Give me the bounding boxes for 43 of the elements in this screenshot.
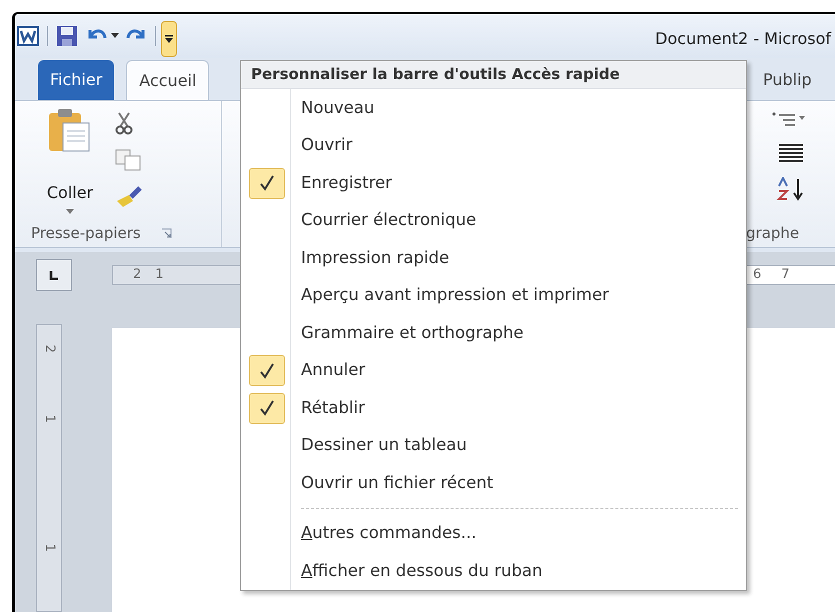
menu-item[interactable]: Nouveau (241, 90, 746, 127)
group-label: Presse-papiers (31, 222, 141, 244)
paste-label[interactable]: Coller (46, 181, 94, 205)
menu-item[interactable]: Courrier électronique (241, 202, 746, 240)
sort-icon[interactable] (776, 177, 806, 201)
customize-toolbar-button[interactable] (161, 21, 177, 57)
menu-item[interactable]: Ouvrir (241, 127, 746, 164)
left-tab-icon (49, 270, 59, 280)
menu-item[interactable]: Enregistrer (241, 164, 746, 202)
justify-icon[interactable] (778, 143, 804, 163)
menu-header: Personnaliser la barre d'outils Accès rapide (241, 61, 746, 88)
menu-item[interactable]: Afficher en dessous du ruban (241, 552, 746, 590)
file-tab[interactable]: Fichier (38, 60, 114, 100)
menu-item[interactable]: Grammaire et orthographe (241, 314, 746, 352)
menu-item[interactable]: Impression rapide (241, 240, 746, 277)
ruler-number: 1 (40, 544, 58, 552)
group-label: graphe (746, 222, 800, 244)
copy-icon[interactable] (115, 149, 143, 171)
caret-icon[interactable] (111, 33, 119, 39)
save-icon[interactable] (56, 25, 78, 47)
scissors-icon[interactable] (115, 111, 133, 135)
word-logo-icon[interactable] (17, 26, 39, 46)
window-title: Document2 - Microsof (655, 28, 831, 50)
tab-selector-button[interactable] (36, 259, 72, 291)
menu-item[interactable]: Aperçu avant impression et imprimer (241, 277, 746, 314)
ribbon-tab[interactable]: Publip (751, 60, 824, 100)
menu-item[interactable]: Dessiner un tableau (241, 427, 746, 464)
menu-item[interactable]: Ouvrir un fichier récent (241, 464, 746, 502)
ruler-number: 6 (753, 266, 762, 284)
brush-icon[interactable] (115, 185, 143, 209)
menu-item[interactable]: Annuler (241, 352, 746, 390)
ruler-number: 7 (781, 266, 790, 284)
menu-item[interactable]: Rétablir (241, 390, 746, 427)
vertical-ruler[interactable]: 2 1 1 (36, 324, 62, 612)
ruler-number: 1 (155, 266, 164, 284)
dropdown-icon (165, 34, 173, 44)
dialog-launcher-icon[interactable] (160, 228, 172, 238)
ribbon-tab[interactable]: Accueil (126, 60, 210, 100)
horizontal-ruler[interactable]: 2 1 (112, 265, 242, 285)
ruler-number: 2 (133, 266, 142, 284)
ruler-number: 2 (40, 344, 58, 353)
menu-item[interactable]: Autres commandes... (241, 515, 746, 552)
ruler-number: 1 (40, 414, 58, 422)
